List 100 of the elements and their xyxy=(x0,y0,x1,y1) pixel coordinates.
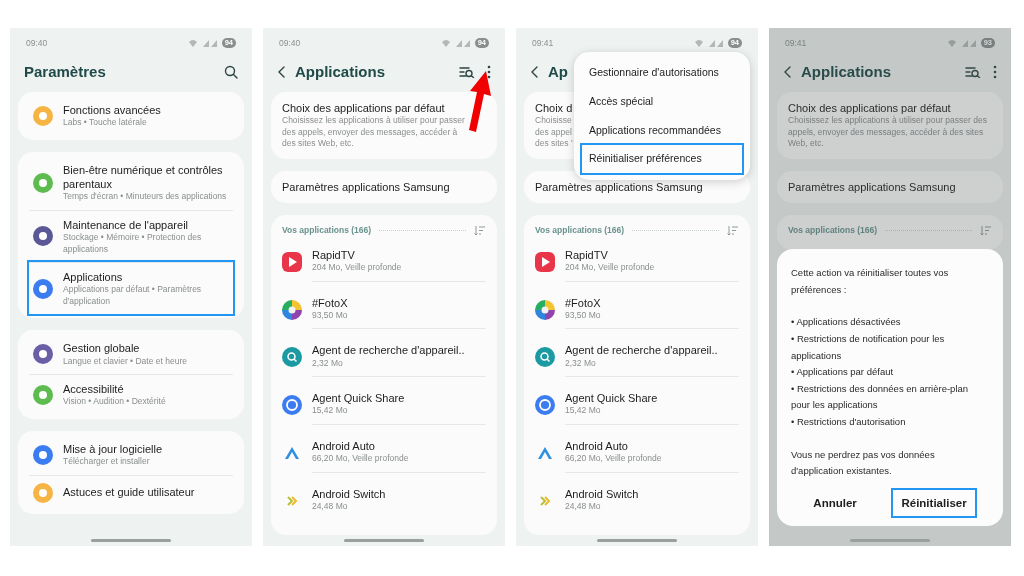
dialog-bullet: • Restrictions de notification pour les applications xyxy=(791,331,946,363)
app-name: Agent de recherche d'appareil.. xyxy=(312,343,466,358)
list-search-icon[interactable] xyxy=(965,66,981,78)
sync-icon xyxy=(282,395,302,416)
card-title: Choix d xyxy=(535,101,573,116)
app-details: 15,42 Mo xyxy=(565,405,602,417)
item-title: Astuces et guide utilisateur xyxy=(63,485,196,500)
app-details: 204 Mo, Veille profonde xyxy=(565,262,656,274)
wifi-icon xyxy=(440,39,451,47)
settings-item[interactable]: Mise à jour logicielle Télécharger et installer xyxy=(29,434,233,475)
dialog-button[interactable]: Annuler xyxy=(803,487,867,518)
app-details: 24,48 Mo xyxy=(312,500,349,513)
back-icon[interactable] xyxy=(783,65,793,79)
sort-icon[interactable] xyxy=(727,224,739,236)
screen-title: Applications xyxy=(295,61,385,82)
item-subtitle: Langue et clavier • Date et heure xyxy=(63,355,188,368)
sync-icon xyxy=(535,395,555,416)
app-list-item[interactable]: RapidTV 204 Mo, Veille profonde xyxy=(282,240,486,289)
app-list-item[interactable]: #FotoX 93,50 Mo xyxy=(282,288,486,337)
play-icon xyxy=(535,251,555,272)
section-header: Vos applications (166) xyxy=(282,224,372,237)
settings-item[interactable]: Maintenance de l'appareil Stockage • Mémoire • Protection des applications xyxy=(29,209,233,263)
settings-item[interactable]: Applications Applications par défaut • Paramètres d'application xyxy=(29,262,233,315)
item-subtitle: Labs • Touche latérale xyxy=(63,117,148,129)
item-title: Fonctions avancées xyxy=(63,103,162,118)
app-name: Agent Quick Share xyxy=(312,391,406,406)
status-time: 09:40 xyxy=(26,36,48,50)
play-icon xyxy=(282,251,302,272)
back-icon[interactable] xyxy=(277,65,287,79)
app-details: 93,50 Mo xyxy=(565,309,602,322)
section-header: Vos applications (166) xyxy=(788,224,878,237)
search-icon[interactable] xyxy=(224,65,238,79)
app-list-item[interactable]: Agent de recherche d'appareil.. 2,32 Mo xyxy=(535,336,739,385)
settings-item[interactable]: Accessibilité Vision • Audition • Dextérité xyxy=(29,374,233,415)
card-description: Choisissez les applications à utiliser pour passer des appels, envoyer des messages, accéder à des sites Web, etc. xyxy=(282,115,466,150)
app-name: RapidTV xyxy=(312,247,356,263)
status-time: 09:40 xyxy=(279,36,301,50)
app-name: Android Auto xyxy=(565,438,629,454)
card-description: Choisissez les applications à utiliser pour passer des appels, envoyer des messages, accéder à des sites Web, etc. xyxy=(788,115,988,150)
item-title: Mise à jour logicielle xyxy=(63,441,164,457)
item-title: Maintenance de l'appareil xyxy=(63,217,190,233)
item-subtitle: Applications par défaut • Paramètres d'application xyxy=(63,284,203,308)
app-details: 93,50 Mo xyxy=(312,309,349,322)
wifi-icon xyxy=(693,39,704,47)
card-description: des appel xyxy=(535,126,572,139)
menu-item[interactable]: Gestionnaire d'autorisations xyxy=(582,59,742,87)
samsung-settings-card[interactable]: Paramètres applications Samsung xyxy=(777,170,1003,203)
app-list-item[interactable]: Agent Quick Share 15,42 Mo xyxy=(282,384,486,432)
app-list-item[interactable]: #FotoX 93,50 Mo xyxy=(535,288,739,337)
app-list-item[interactable]: Android Auto 66,20 Mo, Veille profonde xyxy=(535,431,739,480)
menu-item[interactable]: Réinitialiser préférences xyxy=(582,145,742,173)
app-details: 15,42 Mo xyxy=(312,405,349,417)
item-subtitle: Vision • Audition • Dextérité xyxy=(63,396,167,408)
settings-item[interactable]: Gestion globale Langue et clavier • Date et heure xyxy=(29,334,233,375)
app-list-item[interactable]: Android Switch 24,48 Mo xyxy=(282,479,486,527)
dialog-button[interactable]: Réinitialiser xyxy=(891,487,977,518)
status-time: 09:41 xyxy=(532,36,554,50)
card-description: Choisisse xyxy=(535,115,572,127)
dialog-note: Vous ne perdrez pas vos données d'application existantes. xyxy=(791,447,936,479)
dialog-bullet: • Applications désactivées xyxy=(791,315,902,330)
app-list-item[interactable]: RapidTV 204 Mo, Veille profonde xyxy=(535,240,739,289)
item-title: Gestion globale xyxy=(63,341,141,356)
more-options-icon[interactable] xyxy=(993,65,997,79)
app-name: #FotoX xyxy=(312,295,349,310)
color-wheel-icon xyxy=(535,299,555,320)
app-name: Agent de recherche d'appareil.. xyxy=(565,343,719,358)
app-name: RapidTV xyxy=(565,247,609,263)
signal-icon xyxy=(960,39,977,47)
item-subtitle: Stockage • Mémoire • Protection des applications xyxy=(63,232,203,256)
app-list-item[interactable]: Agent de recherche d'appareil.. 2,32 Mo xyxy=(282,336,486,385)
samsung-settings-card[interactable]: Paramètres applications Samsung xyxy=(271,170,497,203)
dialog-message: Cette action va réinitialiser toutes vos préférences : xyxy=(791,266,950,297)
card-description: des sites ' xyxy=(535,138,573,150)
app-list-item[interactable]: Android Switch 24,48 Mo xyxy=(535,479,739,527)
app-details: 2,32 Mo xyxy=(565,357,597,370)
dialog-bullet: • Restrictions des données en arrière-plan pour les applications xyxy=(791,381,970,413)
settings-item[interactable]: Astuces et guide utilisateur xyxy=(29,474,233,510)
screen-title: Paramètres xyxy=(24,61,107,82)
menu-item[interactable]: Accès spécial xyxy=(582,87,742,116)
settings-item[interactable]: Fonctions avancées Labs • Touche latérale xyxy=(29,96,233,136)
more-options-icon[interactable] xyxy=(487,65,491,79)
dialog-bullet: • Restrictions d'autorisation xyxy=(791,415,907,429)
magnifier-icon xyxy=(535,347,555,368)
default-apps-card[interactable]: Choix des applications par défaut Choisissez les applications à utiliser pour passer des appels, envoyer des messages, accéder à des sites Web, etc. xyxy=(777,92,1003,159)
settings-item[interactable]: Bien-être numérique et contrôles parentaux Temps d'écran • Minuteurs des applications xyxy=(29,155,233,210)
app-list-item[interactable]: Agent Quick Share 15,42 Mo xyxy=(535,384,739,432)
item-title: Accessibilité xyxy=(63,382,125,397)
app-details: 24,48 Mo xyxy=(565,500,602,513)
screen-title: Ap xyxy=(548,61,568,82)
wifi-icon xyxy=(946,39,957,47)
magnifier-icon xyxy=(282,347,302,368)
back-icon[interactable] xyxy=(530,65,540,79)
list-search-icon[interactable] xyxy=(459,66,475,78)
sort-icon[interactable] xyxy=(474,224,486,236)
status-time: 09:41 xyxy=(785,36,807,50)
default-apps-card[interactable]: Choix des applications par défaut Choisissez les applications à utiliser pour passer des appels, envoyer des messages, accéder à des sites Web, etc. xyxy=(271,92,497,159)
item-title: Bien-être numérique et contrôles parentaux xyxy=(63,162,224,192)
dialog-bullet: • Applications par défaut xyxy=(791,365,895,380)
app-list-item[interactable]: Android Auto 66,20 Mo, Veille profonde xyxy=(282,431,486,480)
menu-item[interactable]: Applications recommandées xyxy=(582,116,742,145)
